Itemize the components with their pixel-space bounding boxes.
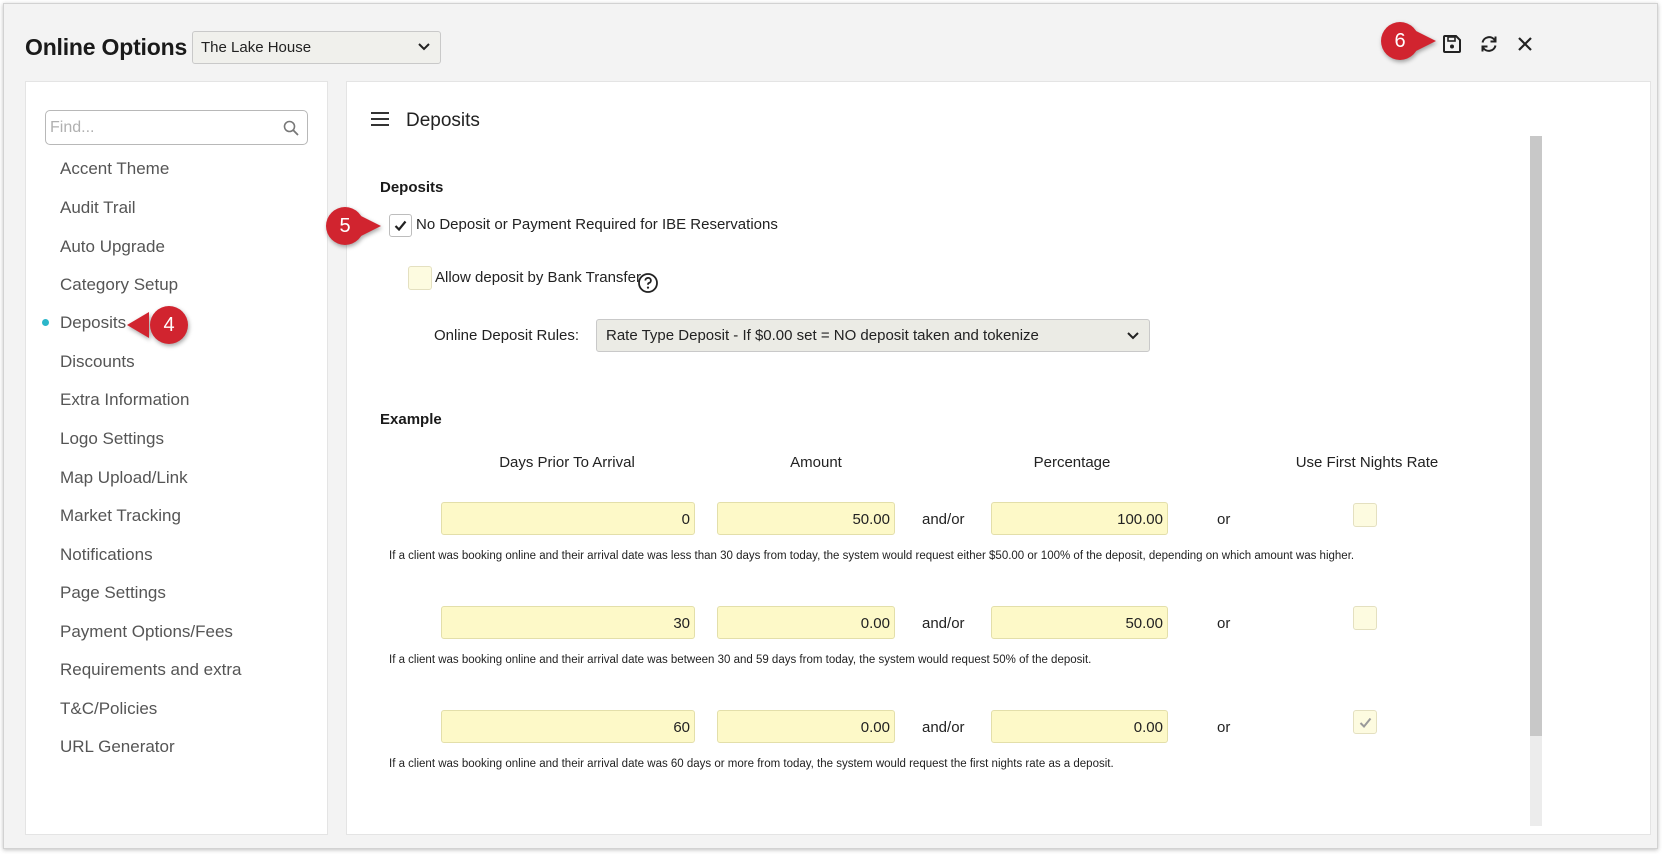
search-icon [283, 120, 299, 136]
sidebar-item-tc-policies[interactable]: T&C/Policies [60, 699, 157, 719]
andor-text: and/or [922, 511, 965, 528]
days-prior-input[interactable]: 0 [441, 502, 695, 535]
property-select-value: The Lake House [201, 39, 312, 56]
or-text: or [1217, 719, 1231, 736]
active-indicator-dot [42, 319, 49, 326]
andor-text: and/or [922, 615, 965, 632]
sidebar-item-market-tracking[interactable]: Market Tracking [60, 506, 181, 526]
example-note: If a client was booking online and their… [389, 550, 1355, 562]
example-heading: Example [380, 411, 442, 428]
sidebar-item-logo-settings[interactable]: Logo Settings [60, 429, 164, 449]
deposits-heading: Deposits [380, 179, 444, 196]
sidebar-item-category-setup[interactable]: Category Setup [60, 275, 178, 295]
menu-icon[interactable] [371, 112, 389, 128]
first-nights-checkbox[interactable] [1353, 503, 1377, 527]
percentage-input[interactable]: 100.00 [991, 502, 1168, 535]
sidebar: Accent Theme Audit Trail Auto Upgrade Ca… [25, 81, 328, 835]
online-options-window: Online Options The Lake House 6 Find... … [3, 3, 1658, 849]
section-title: Deposits [406, 110, 480, 131]
sidebar-item-deposits[interactable]: Deposits [60, 313, 126, 333]
chevron-down-icon [418, 43, 430, 51]
days-prior-input[interactable]: 60 [441, 710, 695, 743]
column-header-percentage: Percentage [1033, 454, 1111, 471]
callout-number: 4 [163, 314, 175, 336]
example-note: If a client was booking online and their… [389, 758, 1114, 770]
first-nights-checkbox[interactable] [1353, 606, 1377, 630]
no-deposit-checkbox[interactable] [389, 214, 412, 237]
sidebar-item-extra-information[interactable]: Extra Information [60, 390, 189, 410]
sidebar-item-map-upload-link[interactable]: Map Upload/Link [60, 468, 188, 488]
save-button[interactable] [1437, 29, 1467, 59]
refresh-button[interactable] [1474, 29, 1504, 59]
sidebar-item-url-generator[interactable]: URL Generator [60, 737, 175, 757]
main-panel: Deposits Deposits 5 No Deposit or Paymen… [326, 81, 1651, 835]
sidebar-item-requirements-and-extra[interactable]: Requirements and extra [60, 660, 241, 680]
days-prior-input[interactable]: 30 [441, 606, 695, 639]
property-select[interactable]: The Lake House [192, 31, 441, 64]
refresh-icon [1481, 36, 1497, 52]
help-icon[interactable] [637, 272, 659, 294]
step-callout-5: 5 [325, 206, 381, 246]
amount-input[interactable]: 0.00 [717, 710, 895, 743]
example-note: If a client was booking online and their… [389, 654, 1092, 666]
sidebar-item-audit-trail[interactable]: Audit Trail [60, 198, 136, 218]
or-text: or [1217, 615, 1231, 632]
deposit-rules-label: Online Deposit Rules: [434, 327, 580, 344]
window-header: Online Options The Lake House 6 [4, 4, 1657, 82]
column-header-first-nights-rate: Use First Nights Rate [1295, 454, 1439, 471]
percentage-input[interactable]: 0.00 [991, 710, 1168, 743]
amount-input[interactable]: 0.00 [717, 606, 895, 639]
deposit-rules-value: Rate Type Deposit - If $0.00 set = NO de… [606, 327, 1039, 344]
callout-number: 5 [339, 215, 351, 237]
column-header-days: Days Prior To Arrival [499, 454, 635, 471]
scrollbar-thumb[interactable] [1530, 136, 1542, 736]
andor-text: and/or [922, 719, 965, 736]
checkmark-icon [1359, 717, 1371, 728]
no-deposit-label: No Deposit or Payment Required for IBE R… [416, 216, 778, 233]
bank-transfer-label: Allow deposit by Bank Transfer [435, 269, 641, 286]
or-text: or [1217, 511, 1231, 528]
bank-transfer-checkbox[interactable] [408, 266, 432, 290]
search-box[interactable] [45, 110, 308, 145]
page-title: Online Options [25, 34, 188, 60]
deposit-rules-select[interactable]: Rate Type Deposit - If $0.00 set = NO de… [596, 319, 1150, 352]
close-button[interactable] [1510, 29, 1540, 59]
sidebar-item-notifications[interactable]: Notifications [60, 545, 153, 565]
sidebar-item-payment-options-fees[interactable]: Payment Options/Fees [60, 622, 233, 642]
step-callout-6: 6 [1380, 21, 1436, 61]
sidebar-item-accent-theme[interactable]: Accent Theme [60, 159, 169, 179]
sidebar-item-discounts[interactable]: Discounts [60, 352, 135, 372]
sidebar-item-page-settings[interactable]: Page Settings [60, 583, 166, 603]
chevron-down-icon [1127, 332, 1139, 340]
amount-input[interactable]: 50.00 [717, 502, 895, 535]
percentage-input[interactable]: 50.00 [991, 606, 1168, 639]
callout-number: 6 [1394, 30, 1406, 52]
close-icon [1518, 37, 1532, 51]
first-nights-checkbox[interactable] [1353, 710, 1377, 734]
checkmark-icon [394, 220, 407, 231]
column-header-amount: Amount [790, 454, 842, 471]
step-callout-4: 4 [125, 305, 193, 345]
search-input[interactable] [50, 115, 270, 140]
sidebar-item-auto-upgrade[interactable]: Auto Upgrade [60, 237, 165, 257]
save-icon [1443, 35, 1461, 53]
vertical-scrollbar[interactable] [1530, 136, 1542, 826]
